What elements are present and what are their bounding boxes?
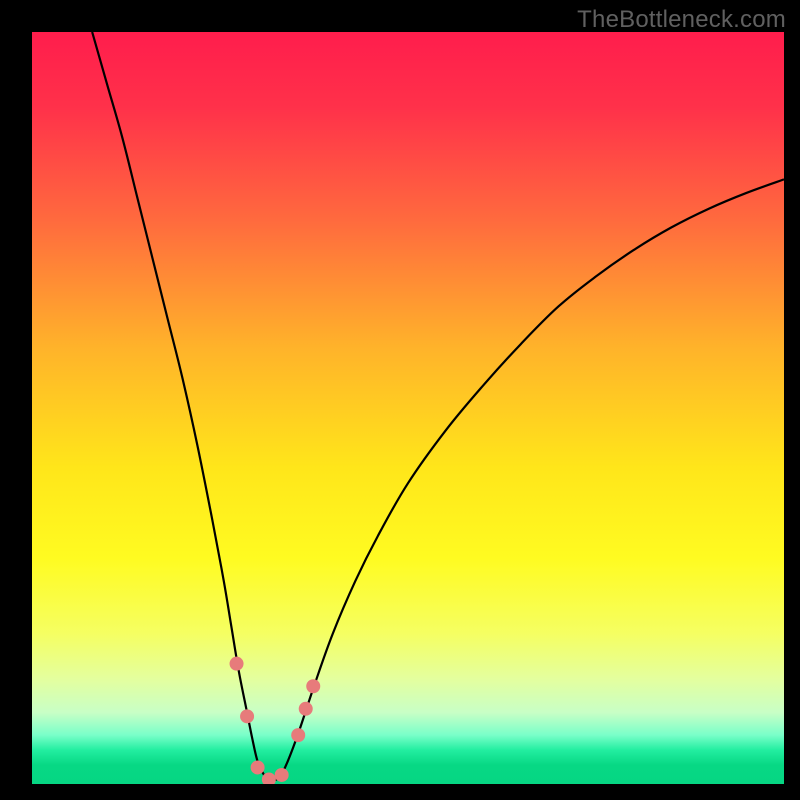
watermark-text: TheBottleneck.com xyxy=(577,6,786,34)
plot-area xyxy=(32,32,784,784)
background-gradient xyxy=(32,32,784,784)
chart-frame: TheBottleneck.com xyxy=(0,0,800,800)
